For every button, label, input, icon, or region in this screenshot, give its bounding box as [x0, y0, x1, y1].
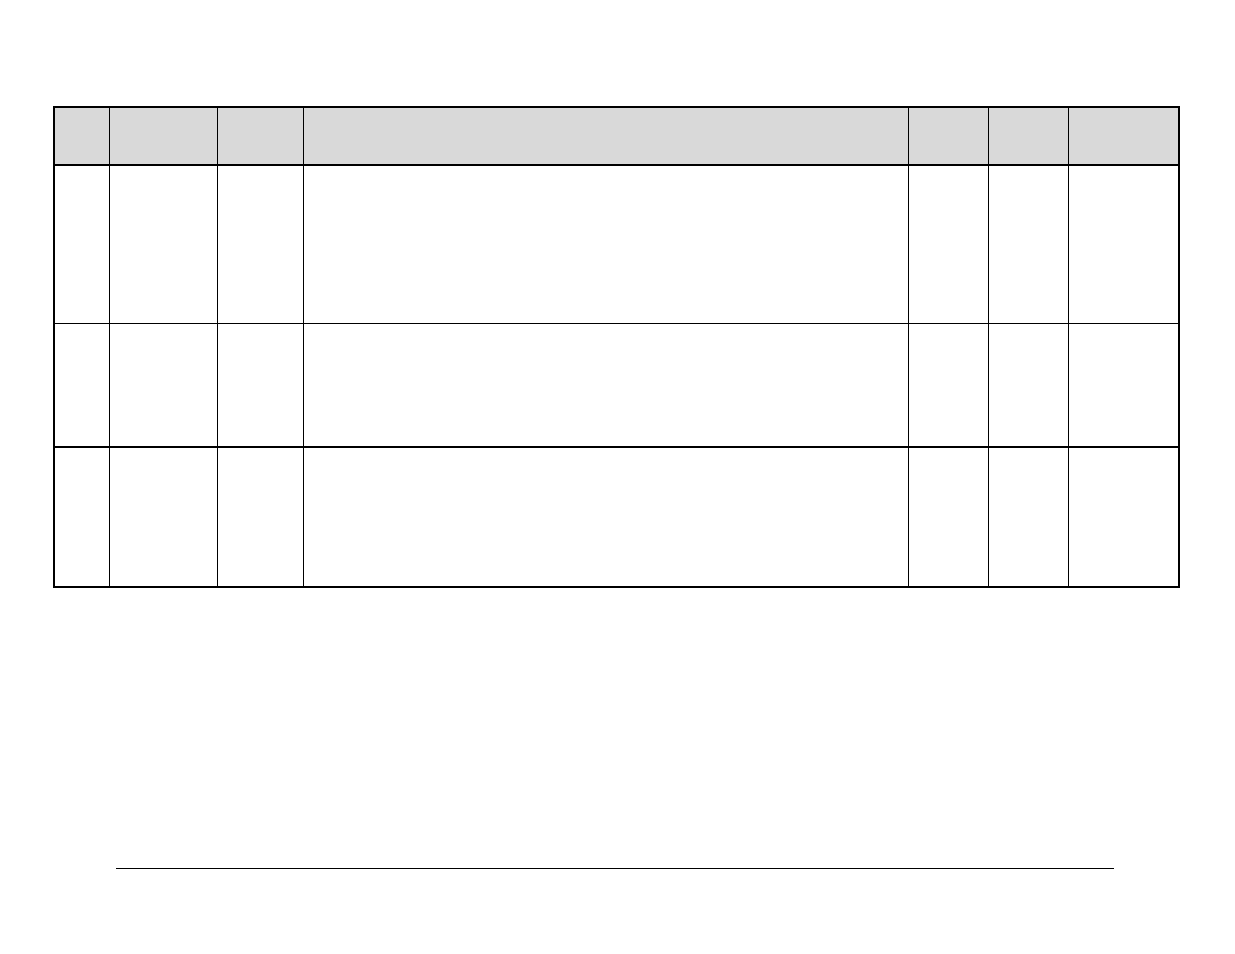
header-cell — [304, 107, 909, 165]
table-cell — [110, 323, 218, 447]
table-header-row — [54, 107, 1179, 165]
table-cell — [304, 165, 909, 323]
footer-rule — [116, 868, 1114, 869]
table-cell — [54, 165, 110, 323]
table-row — [54, 165, 1179, 323]
table-cell — [304, 447, 909, 587]
table-cell — [908, 323, 988, 447]
table-row — [54, 323, 1179, 447]
data-table — [53, 106, 1180, 588]
table-container — [53, 106, 1180, 588]
table-cell — [110, 447, 218, 587]
table-cell — [988, 323, 1068, 447]
table-cell — [1068, 165, 1179, 323]
table-cell — [988, 447, 1068, 587]
header-cell — [908, 107, 988, 165]
table-cell — [54, 323, 110, 447]
table-cell — [218, 323, 304, 447]
header-cell — [1068, 107, 1179, 165]
table-cell — [304, 323, 909, 447]
table-cell — [908, 447, 988, 587]
table-cell — [1068, 323, 1179, 447]
table-cell — [908, 165, 988, 323]
table-cell — [1068, 447, 1179, 587]
table-cell — [988, 165, 1068, 323]
header-cell — [110, 107, 218, 165]
table-cell — [54, 447, 110, 587]
header-cell — [218, 107, 304, 165]
table-cell — [218, 447, 304, 587]
header-cell — [988, 107, 1068, 165]
table-cell — [110, 165, 218, 323]
table-row — [54, 447, 1179, 587]
header-cell — [54, 107, 110, 165]
table-cell — [218, 165, 304, 323]
